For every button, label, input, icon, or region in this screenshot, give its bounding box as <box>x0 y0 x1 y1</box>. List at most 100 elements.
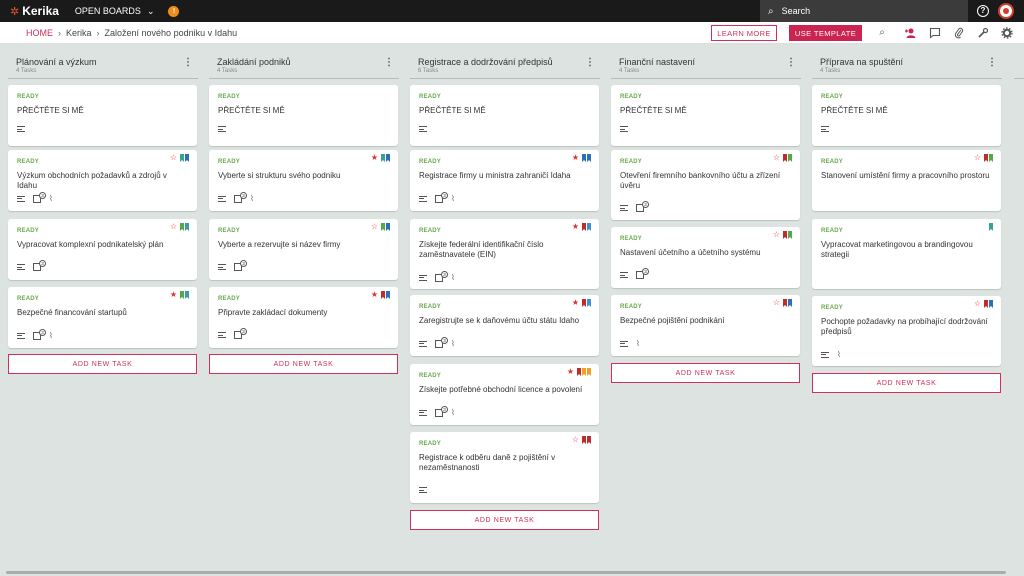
column-title[interactable]: Příprava na spuštění <box>820 57 903 67</box>
task-card[interactable]: READY PŘEČTĚTE SI MĚ <box>8 85 197 146</box>
star-filled-icon[interactable]: ★ <box>572 299 579 307</box>
task-title: Vyberte a rezervujte si název firmy <box>218 240 341 249</box>
add-new-task-button[interactable]: ADD NEW TASK <box>410 510 599 530</box>
breadcrumb-board[interactable]: Založení nového podniku v Idahu <box>105 28 238 38</box>
star-outline-icon[interactable]: ☆ <box>974 154 981 162</box>
star-outline-icon[interactable]: ☆ <box>371 223 378 231</box>
task-card[interactable]: ☆ READY Výzkum obchodních požadavků a zd… <box>8 150 197 211</box>
column-menu-icon[interactable]: ⋮ <box>585 57 595 68</box>
breadcrumb-separator-icon: › <box>96 27 100 38</box>
task-card[interactable]: ★ READY Zaregistrujte se k daňovému účtu… <box>410 295 599 356</box>
task-card[interactable]: ☆ READY Stanovení umístění firmy a praco… <box>812 150 1001 211</box>
open-boards-menu[interactable]: OPEN BOARDS ⌄ <box>75 6 155 17</box>
flag-icon <box>577 368 581 376</box>
task-title: Zaregistrujte se k daňovému účtu státu I… <box>419 316 580 325</box>
star-outline-icon[interactable]: ☆ <box>974 300 981 308</box>
notification-icon[interactable]: ! <box>168 5 180 17</box>
search-bar[interactable]: ⌕ Search <box>760 0 968 22</box>
star-filled-icon[interactable]: ★ <box>170 291 177 299</box>
flag-icon <box>788 154 792 162</box>
task-title: Výzkum obchodních požadavků a zdrojů v I… <box>17 171 167 190</box>
column-menu-icon[interactable]: ⋮ <box>987 57 997 68</box>
task-card[interactable]: ☆ READY Bezpečné pojištění podnikání ⌇ <box>611 295 800 356</box>
task-flags: ☆ <box>773 231 792 239</box>
star-outline-icon[interactable]: ☆ <box>773 231 780 239</box>
chat-icon[interactable] <box>929 27 941 39</box>
task-card[interactable]: ★ READY Registrace firmy u ministra zahr… <box>410 150 599 211</box>
description-icon <box>17 195 25 202</box>
task-card[interactable]: ★ READY Bezpečné financování startupů 3 ⌇ <box>8 287 197 348</box>
checklist-icon: 3 <box>636 201 649 212</box>
column-title[interactable]: Registrace a dodržování předpisů <box>418 57 553 67</box>
task-card[interactable]: READY Vypracovat marketingovou a brandin… <box>812 219 1001 289</box>
tools-icon[interactable] <box>977 27 989 39</box>
horizontal-scrollbar[interactable] <box>6 571 1006 574</box>
task-card[interactable]: ☆ READY Pochopte požadavky na probíhajíc… <box>812 296 1001 366</box>
column-title[interactable]: Zakládání podniků <box>217 57 291 67</box>
add-new-task-button[interactable]: ADD NEW TASK <box>8 354 197 374</box>
learn-more-button[interactable]: LEARN MORE <box>711 25 777 41</box>
status-label: READY <box>821 94 844 100</box>
task-card[interactable]: READY PŘEČTĚTE SI MĚ <box>209 85 398 146</box>
description-icon <box>419 487 427 493</box>
add-new-task-button[interactable]: ADD NEW TASK <box>209 354 398 374</box>
task-board: Plánování a výzkum 4 Tasks ⋮ READY PŘEČT… <box>0 45 1024 576</box>
task-card[interactable]: READY PŘEČTĚTE SI MĚ <box>611 85 800 146</box>
flag-icon <box>185 223 189 231</box>
task-card[interactable]: ★ READY Připravte zakládací dokumenty 3 <box>209 287 398 348</box>
breadcrumb-home[interactable]: HOME <box>26 28 53 38</box>
column-title[interactable]: Plánování a výzkum <box>16 57 97 67</box>
task-card[interactable]: ☆ READY Nastavení účetního a účetního sy… <box>611 227 800 288</box>
task-card[interactable]: ★ READY Vyberte si strukturu svého podni… <box>209 150 398 211</box>
column-menu-icon[interactable]: ⋮ <box>183 57 193 68</box>
user-avatar[interactable] <box>998 3 1014 19</box>
column-menu-icon[interactable]: ⋮ <box>384 57 394 68</box>
breadcrumb-org[interactable]: Kerika <box>66 28 92 38</box>
star-filled-icon[interactable]: ★ <box>371 154 378 162</box>
task-card[interactable]: ☆ READY Vyberte a rezervujte si název fi… <box>209 219 398 280</box>
task-flags: ☆ <box>773 154 792 162</box>
add-member-icon[interactable] <box>904 27 916 39</box>
kerika-logo[interactable]: ✲ Kerika <box>10 4 59 18</box>
status-label: READY <box>17 159 40 165</box>
star-outline-icon[interactable]: ☆ <box>773 154 780 162</box>
flag-icon <box>180 223 184 231</box>
task-title: PŘEČTĚTE SI MĚ <box>218 106 285 115</box>
attachment-icon[interactable] <box>953 27 965 39</box>
add-new-task-button[interactable]: ADD NEW TASK <box>812 373 1001 393</box>
attachment-icon: ⌇ <box>49 194 53 203</box>
status-label: READY <box>620 94 643 100</box>
task-card[interactable]: ★ READY Získejte potřebné obchodní licen… <box>410 364 599 425</box>
star-outline-icon[interactable]: ☆ <box>170 154 177 162</box>
task-card[interactable]: READY PŘEČTĚTE SI MĚ <box>812 85 1001 146</box>
flag-icon <box>989 223 993 231</box>
checklist-icon: 3 <box>435 191 448 203</box>
flag-icon <box>386 223 390 231</box>
task-card[interactable]: ☆ READY Vypracovat komplexní podnikatels… <box>8 219 197 280</box>
star-outline-icon[interactable]: ☆ <box>170 223 177 231</box>
column-title[interactable]: Finanční nastavení <box>619 57 695 67</box>
task-flags: ☆ <box>170 154 189 162</box>
star-outline-icon[interactable]: ☆ <box>572 436 579 444</box>
star-outline-icon[interactable]: ☆ <box>773 299 780 307</box>
status-label: READY <box>419 94 442 100</box>
task-card[interactable]: ☆ READY Registrace k odběru daně z pojiš… <box>410 432 599 503</box>
use-template-button[interactable]: USE TEMPLATE <box>789 25 862 41</box>
task-flags: ☆ <box>371 223 390 231</box>
help-icon[interactable]: ? <box>977 5 989 17</box>
star-filled-icon[interactable]: ★ <box>567 368 574 376</box>
breadcrumb-separator-icon: › <box>58 27 61 38</box>
column-menu-icon[interactable]: ⋮ <box>786 57 796 68</box>
star-filled-icon[interactable]: ★ <box>371 291 378 299</box>
star-filled-icon[interactable]: ★ <box>572 223 579 231</box>
task-card[interactable]: ☆ READY Otevření firemního bankovního úč… <box>611 150 800 220</box>
settings-gear-icon[interactable] <box>1001 27 1013 39</box>
task-card[interactable]: READY PŘEČTĚTE SI MĚ <box>410 85 599 146</box>
checklist-icon: 3 <box>33 328 46 340</box>
column-task-count: 6 Tasks <box>418 68 439 74</box>
task-card[interactable]: ★ READY Získejte federální identifikační… <box>410 219 599 289</box>
task-flags: ★ <box>371 291 390 299</box>
search-board-icon[interactable]: ⌕ <box>876 27 888 39</box>
add-new-task-button[interactable]: ADD NEW TASK <box>611 363 800 383</box>
star-filled-icon[interactable]: ★ <box>572 154 579 162</box>
